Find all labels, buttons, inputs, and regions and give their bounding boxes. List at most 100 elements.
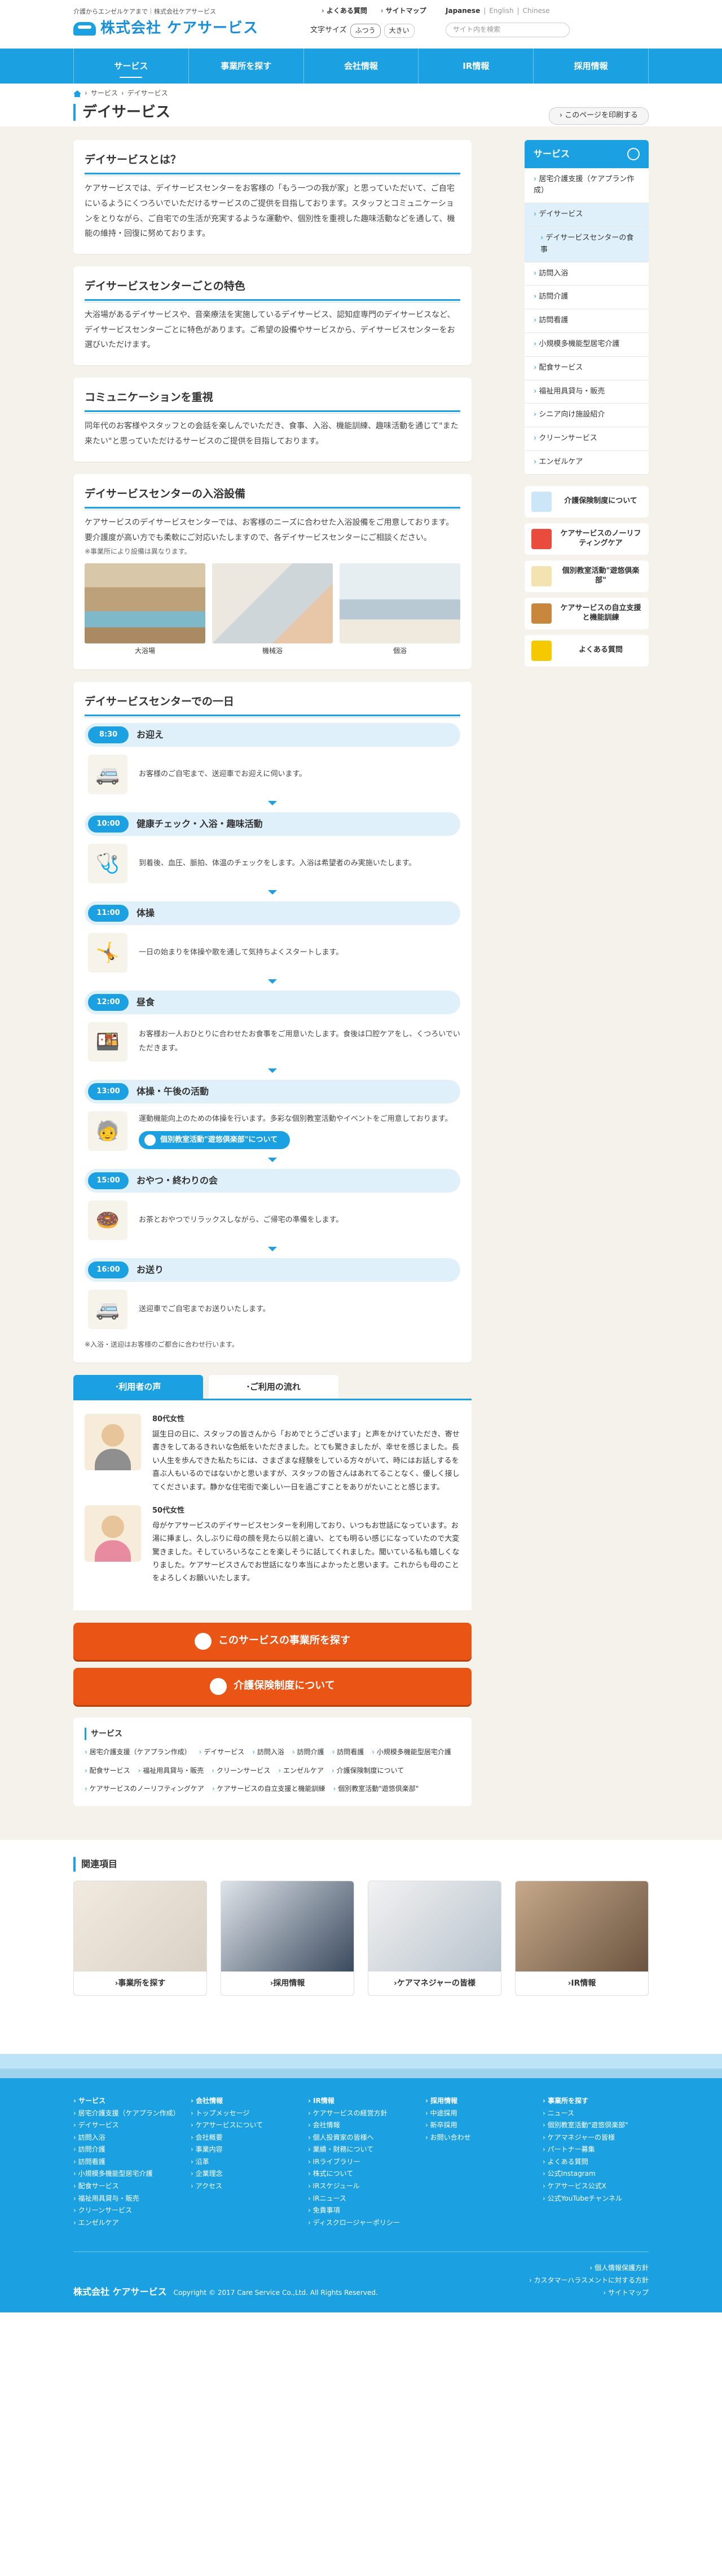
service-link[interactable]: 個別教室活動"遊悠倶楽部"	[333, 1781, 419, 1796]
sidebar-item[interactable]: シニア向け施設紹介	[525, 404, 649, 428]
service-link[interactable]: デイサービス	[199, 1745, 244, 1759]
service-link[interactable]: 訪問入浴	[252, 1745, 284, 1759]
footer-link[interactable]: › お問い合わせ	[425, 2132, 531, 2144]
service-link[interactable]: 小規模多機能型居宅介護	[372, 1745, 451, 1759]
footer-link[interactable]: › 会社情報	[191, 2095, 297, 2108]
service-link[interactable]: 配食サービス	[85, 1763, 130, 1778]
sidebar-item[interactable]: 訪問看護	[525, 309, 649, 333]
sidebar-item[interactable]: クリーンサービス	[525, 427, 649, 451]
footer-link[interactable]: › IRニュース	[308, 2193, 414, 2205]
related-ir[interactable]: › IR情報	[515, 1880, 649, 1996]
sidebar-item[interactable]: 配食サービス	[525, 357, 649, 380]
sidebar-title[interactable]: サービス	[525, 140, 649, 168]
font-size-large-button[interactable]: 大きい	[384, 24, 415, 38]
tab-user-voice[interactable]: · 利用者の声	[73, 1375, 203, 1399]
sidebar-banner[interactable]: 介護保険制度について	[525, 485, 649, 518]
footer-bottom-link[interactable]: › 個人情報保護方針	[529, 2262, 649, 2275]
lang-english[interactable]: English	[489, 6, 513, 16]
footer-link[interactable]: › IR情報	[308, 2095, 414, 2108]
related-care-manager[interactable]: › ケアマネジャーの皆様	[368, 1880, 501, 1996]
sitemap-link[interactable]: › サイトマップ	[381, 6, 426, 16]
footer-link[interactable]: › 中途採用	[425, 2108, 531, 2120]
sidebar-item[interactable]: デイサービス	[525, 203, 649, 227]
footer-link[interactable]: › 公式Instagram	[543, 2168, 649, 2180]
search-input[interactable]: サイト内を検索	[446, 23, 570, 37]
footer-link[interactable]: › 事業所を探す	[543, 2095, 649, 2108]
footer-link[interactable]: › 居宅介護支援（ケアプラン作成）	[73, 2108, 180, 2120]
site-logo[interactable]: 株式会社 ケアサービス	[73, 17, 258, 41]
footer-link[interactable]: › 訪問介護	[73, 2144, 179, 2156]
service-link[interactable]: 介護保険制度について	[332, 1763, 404, 1778]
footer-logo[interactable]: 株式会社 ケアサービス	[73, 2286, 167, 2297]
footer-link[interactable]: › 訪問看護	[73, 2156, 179, 2168]
footer-link[interactable]: › ケアマネジャーの皆様	[543, 2132, 649, 2144]
footer-link[interactable]: › デイサービス	[73, 2119, 179, 2132]
footer-link[interactable]: › 小規模多機能型居宅介護	[73, 2168, 179, 2180]
service-link[interactable]: エンゼルケア	[278, 1763, 324, 1778]
service-link[interactable]: クリーンサービス	[212, 1763, 270, 1778]
club-activity-button[interactable]: 個別教室活動"遊悠倶楽部"について	[139, 1131, 290, 1150]
footer-link[interactable]: › ニュース	[543, 2108, 649, 2120]
sidebar-item[interactable]: 訪問入浴	[525, 262, 649, 286]
footer-link[interactable]: › 公式YouTubeチャンネル	[543, 2193, 649, 2205]
footer-link[interactable]: › ディスクロージャーポリシー	[308, 2217, 414, 2229]
footer-link[interactable]: › 福祉用具貸与・販売	[73, 2193, 179, 2205]
footer-link[interactable]: › アクセス	[191, 2180, 297, 2193]
sidebar-item[interactable]: エンゼルケア	[525, 451, 649, 475]
footer-bottom-link[interactable]: › サイトマップ	[529, 2287, 649, 2299]
breadcrumb-service[interactable]: サービス	[91, 88, 118, 99]
insurance-button[interactable]: 介護保険制度について	[73, 1667, 472, 1705]
home-icon[interactable]	[73, 90, 81, 97]
tab-usage-flow[interactable]: · ご利用の流れ	[209, 1375, 338, 1399]
related-find-office[interactable]: › 事業所を探す	[73, 1880, 207, 1996]
sidebar-banner[interactable]: ケアサービスのノーリフティングケア	[525, 523, 649, 555]
footer-link[interactable]: › エンゼルケア	[73, 2217, 179, 2229]
footer-link[interactable]: › 会社概要	[191, 2132, 297, 2144]
sidebar-banner[interactable]: よくある質問	[525, 634, 649, 667]
nav-company[interactable]: 会社情報	[303, 49, 419, 84]
faq-link[interactable]: › よくある質問	[322, 6, 367, 16]
sidebar-item[interactable]: 小規模多機能型居宅介護	[525, 333, 649, 357]
service-link[interactable]: 訪問介護	[292, 1745, 324, 1759]
footer-link[interactable]: › 新卒採用	[425, 2119, 531, 2132]
footer-link[interactable]: › 免責事項	[308, 2205, 414, 2217]
service-link[interactable]: 訪問看護	[332, 1745, 364, 1759]
nav-service[interactable]: サービス	[73, 49, 188, 84]
sidebar-item[interactable]: デイサービスセンターの食事	[525, 226, 649, 262]
find-office-button[interactable]: このサービスの事業所を探す	[73, 1622, 472, 1660]
footer-link[interactable]: › 沿革	[191, 2156, 297, 2168]
footer-link[interactable]: › IRスケジュール	[308, 2180, 414, 2193]
footer-link[interactable]: › トップメッセージ	[191, 2108, 297, 2120]
footer-link[interactable]: › パートナー募集	[543, 2144, 649, 2156]
footer-link[interactable]: › IRライブラリー	[308, 2156, 414, 2168]
nav-recruit[interactable]: 採用情報	[533, 49, 649, 84]
footer-link[interactable]: › 個人投資家の皆様へ	[308, 2132, 414, 2144]
nav-find-office[interactable]: 事業所を探す	[188, 49, 303, 84]
footer-link[interactable]: › 会社情報	[308, 2119, 414, 2132]
lang-chinese[interactable]: Chinese	[523, 6, 550, 16]
font-size-normal-button[interactable]: ふつう	[350, 24, 381, 38]
footer-link[interactable]: › 配食サービス	[73, 2180, 179, 2193]
footer-link[interactable]: › サービス	[73, 2095, 179, 2108]
footer-link[interactable]: › 訪問入浴	[73, 2132, 179, 2144]
service-link[interactable]: ケアサービスのノーリフティングケア	[85, 1781, 204, 1796]
footer-link[interactable]: › 企業理念	[191, 2168, 297, 2180]
related-recruit[interactable]: › 採用情報	[221, 1880, 354, 1996]
service-link[interactable]: 福祉用具貸与・販売	[138, 1763, 204, 1778]
sidebar-item[interactable]: 訪問介護	[525, 286, 649, 310]
footer-link[interactable]: › 業績・財務について	[308, 2144, 414, 2156]
footer-link[interactable]: › よくある質問	[543, 2156, 649, 2168]
sidebar-banner[interactable]: 個別教室活動"遊悠倶楽部"	[525, 560, 649, 592]
print-button[interactable]: › このページを印刷する	[548, 107, 649, 125]
footer-link[interactable]: › 事業内容	[191, 2144, 297, 2156]
footer-bottom-link[interactable]: › カスタマーハラスメントに対する方針	[529, 2275, 649, 2287]
service-link[interactable]: ケアサービスの自立支援と機能訓練	[212, 1781, 325, 1796]
footer-link[interactable]: › 株式について	[308, 2168, 414, 2180]
footer-link[interactable]: › 個別教室活動"遊悠倶楽部"	[543, 2119, 649, 2132]
footer-link[interactable]: › ケアサービスについて	[191, 2119, 297, 2132]
footer-link[interactable]: › 採用情報	[425, 2095, 531, 2108]
lang-japanese[interactable]: Japanese	[446, 6, 480, 16]
service-link[interactable]: 居宅介護支援（ケアプラン作成）	[85, 1745, 191, 1759]
footer-link[interactable]: › ケアサービスの経営方針	[308, 2108, 414, 2120]
footer-link[interactable]: › クリーンサービス	[73, 2205, 179, 2217]
